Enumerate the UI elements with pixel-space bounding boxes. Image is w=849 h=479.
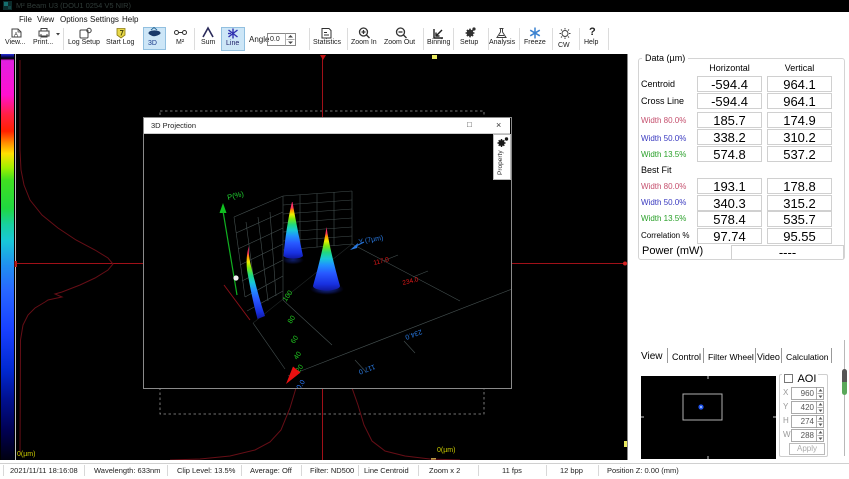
svg-text:0(µm): 0(µm) — [437, 447, 455, 454]
svg-text:0(µm): 0(µm) — [17, 451, 35, 458]
svg-text:117.0: 117.0 — [373, 256, 390, 267]
svg-text:0.0: 0.0 — [296, 379, 307, 388]
svg-text:A: A — [14, 33, 18, 39]
svg-text:P(%): P(%) — [226, 189, 245, 202]
svg-text:60: 60 — [290, 335, 300, 345]
svg-text:234.0: 234.0 — [402, 276, 420, 287]
svg-text:Y (7µm): Y (7µm) — [358, 235, 384, 246]
svg-text:234.0: 234.0 — [404, 328, 423, 341]
svg-text:40: 40 — [293, 351, 303, 361]
svg-text:117.0: 117.0 — [357, 363, 375, 375]
svg-text:80: 80 — [287, 315, 297, 325]
